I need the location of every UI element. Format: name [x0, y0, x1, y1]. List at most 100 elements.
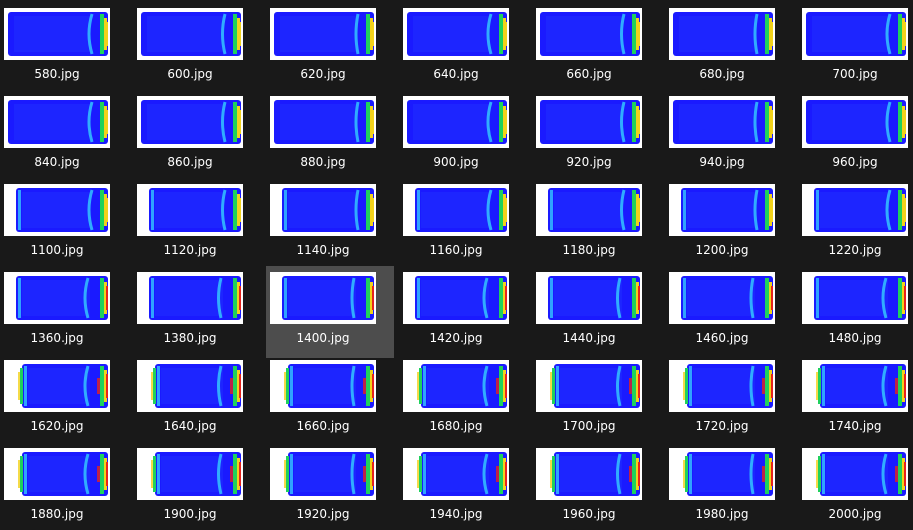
file-name-label: 1900.jpg — [163, 507, 217, 521]
file-item[interactable]: 1180.jpg — [536, 184, 664, 270]
image-thumbnail[interactable] — [137, 272, 243, 324]
file-item[interactable]: 1400.jpg — [266, 266, 398, 358]
image-thumbnail[interactable] — [137, 184, 243, 236]
image-thumbnail[interactable] — [137, 448, 243, 500]
image-thumbnail[interactable] — [137, 8, 243, 60]
file-item[interactable]: 1420.jpg — [403, 272, 531, 358]
image-thumbnail[interactable] — [4, 448, 110, 500]
image-thumbnail[interactable] — [403, 8, 509, 60]
file-item[interactable]: 1460.jpg — [669, 272, 797, 358]
file-item[interactable]: 620.jpg — [270, 8, 398, 94]
file-item[interactable]: 1440.jpg — [536, 272, 664, 358]
file-item[interactable]: 640.jpg — [403, 8, 531, 94]
image-thumbnail[interactable] — [270, 8, 376, 60]
file-item[interactable]: 1160.jpg — [403, 184, 531, 270]
image-thumbnail[interactable] — [270, 184, 376, 236]
image-thumbnail[interactable] — [536, 272, 642, 324]
image-thumbnail[interactable] — [4, 8, 110, 60]
file-item[interactable]: 1380.jpg — [137, 272, 265, 358]
image-thumbnail[interactable] — [536, 360, 642, 412]
file-item[interactable]: 1880.jpg — [4, 448, 132, 530]
file-name-label: 1940.jpg — [429, 507, 483, 521]
file-item[interactable]: 700.jpg — [802, 8, 913, 94]
file-item[interactable]: 1220.jpg — [802, 184, 913, 270]
file-name-label: 580.jpg — [34, 67, 80, 81]
file-item[interactable]: 1740.jpg — [802, 360, 913, 446]
file-item[interactable]: 2000.jpg — [802, 448, 913, 530]
image-thumbnail[interactable] — [536, 8, 642, 60]
file-item[interactable]: 1660.jpg — [270, 360, 398, 446]
image-thumbnail[interactable] — [403, 272, 509, 324]
image-thumbnail[interactable] — [669, 360, 775, 412]
file-name-label: 960.jpg — [832, 155, 878, 169]
file-item[interactable]: 900.jpg — [403, 96, 531, 182]
image-thumbnail[interactable] — [270, 448, 376, 500]
image-thumbnail[interactable] — [270, 96, 376, 148]
file-item[interactable]: 660.jpg — [536, 8, 664, 94]
image-thumbnail[interactable] — [669, 184, 775, 236]
image-thumbnail[interactable] — [137, 360, 243, 412]
file-item[interactable]: 1140.jpg — [270, 184, 398, 270]
file-name-label: 1120.jpg — [163, 243, 217, 257]
file-item[interactable]: 680.jpg — [669, 8, 797, 94]
file-item[interactable]: 1620.jpg — [4, 360, 132, 446]
image-thumbnail[interactable] — [802, 8, 908, 60]
file-item[interactable]: 960.jpg — [802, 96, 913, 182]
image-thumbnail[interactable] — [669, 272, 775, 324]
image-thumbnail[interactable] — [4, 96, 110, 148]
file-item[interactable]: 580.jpg — [4, 8, 132, 94]
file-name-label: 1640.jpg — [163, 419, 217, 433]
image-thumbnail[interactable] — [403, 448, 509, 500]
file-item[interactable]: 880.jpg — [270, 96, 398, 182]
image-thumbnail[interactable] — [137, 96, 243, 148]
image-thumbnail[interactable] — [4, 184, 110, 236]
image-thumbnail[interactable] — [669, 96, 775, 148]
file-item[interactable]: 1120.jpg — [137, 184, 265, 270]
image-thumbnail[interactable] — [802, 96, 908, 148]
file-item[interactable]: 1680.jpg — [403, 360, 531, 446]
file-item[interactable]: 1640.jpg — [137, 360, 265, 446]
image-thumbnail[interactable] — [4, 272, 110, 324]
file-item[interactable]: 1720.jpg — [669, 360, 797, 446]
image-thumbnail[interactable] — [802, 448, 908, 500]
file-item[interactable]: 1900.jpg — [137, 448, 265, 530]
file-item[interactable]: 1360.jpg — [4, 272, 132, 358]
file-item[interactable]: 860.jpg — [137, 96, 265, 182]
file-item[interactable]: 1480.jpg — [802, 272, 913, 358]
image-thumbnail[interactable] — [536, 448, 642, 500]
image-thumbnail[interactable] — [669, 8, 775, 60]
file-name-label: 1420.jpg — [429, 331, 483, 345]
image-thumbnail[interactable] — [536, 96, 642, 148]
file-item[interactable]: 600.jpg — [137, 8, 265, 94]
file-item[interactable]: 1920.jpg — [270, 448, 398, 530]
file-item[interactable]: 1980.jpg — [669, 448, 797, 530]
image-thumbnail[interactable] — [403, 184, 509, 236]
file-item[interactable]: 1700.jpg — [536, 360, 664, 446]
image-thumbnail[interactable] — [270, 272, 376, 324]
file-name-label: 1440.jpg — [562, 331, 616, 345]
file-name-label: 860.jpg — [167, 155, 213, 169]
image-thumbnail[interactable] — [536, 184, 642, 236]
file-name-label: 1660.jpg — [296, 419, 350, 433]
file-name-label: 1220.jpg — [828, 243, 882, 257]
image-thumbnail[interactable] — [4, 360, 110, 412]
file-name-label: 1920.jpg — [296, 507, 350, 521]
file-item[interactable]: 940.jpg — [669, 96, 797, 182]
file-item[interactable]: 1100.jpg — [4, 184, 132, 270]
image-thumbnail[interactable] — [270, 360, 376, 412]
image-thumbnail[interactable] — [802, 272, 908, 324]
file-item[interactable]: 1960.jpg — [536, 448, 664, 530]
image-thumbnail[interactable] — [802, 184, 908, 236]
image-thumbnail[interactable] — [403, 96, 509, 148]
file-item[interactable]: 1940.jpg — [403, 448, 531, 530]
file-item[interactable]: 920.jpg — [536, 96, 664, 182]
file-name-label: 940.jpg — [699, 155, 745, 169]
image-thumbnail[interactable] — [802, 360, 908, 412]
image-thumbnail[interactable] — [403, 360, 509, 412]
image-thumbnail[interactable] — [669, 448, 775, 500]
file-item[interactable]: 840.jpg — [4, 96, 132, 182]
file-name-label: 700.jpg — [832, 67, 878, 81]
file-name-label: 640.jpg — [433, 67, 479, 81]
file-item[interactable]: 1200.jpg — [669, 184, 797, 270]
file-name-label: 920.jpg — [566, 155, 612, 169]
